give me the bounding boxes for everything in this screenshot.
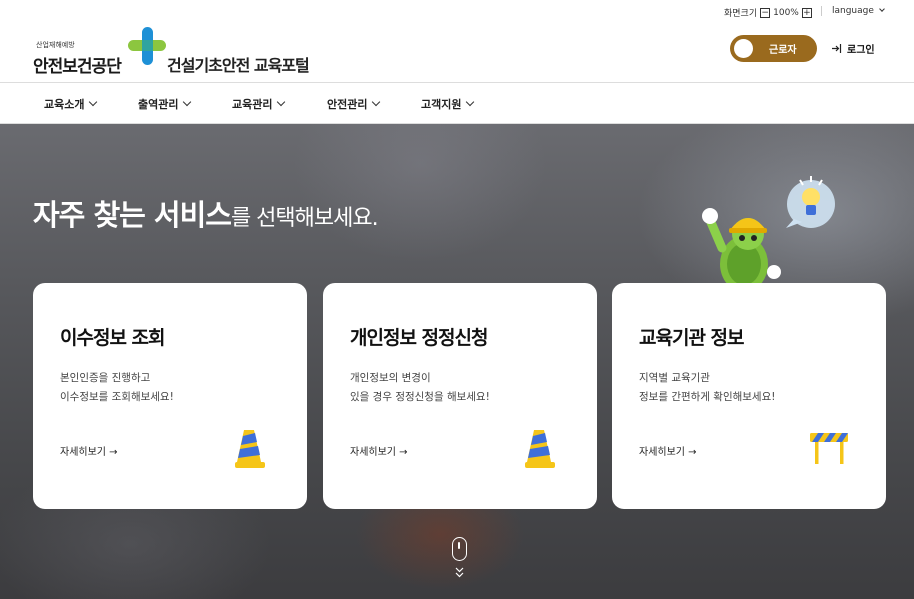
traffic-cone-icon — [525, 430, 555, 468]
utility-bar: 화면크기 − 100% + language — [0, 0, 914, 24]
service-card-personal-info[interactable]: 개인정보 정정신청 개인정보의 변경이 있을 경우 정정신청을 해보세요! 자세… — [323, 283, 597, 509]
login-label: 로그인 — [847, 45, 875, 56]
nav-item-education-manage[interactable]: 교육관리 — [232, 96, 286, 112]
login-button[interactable]: 로그인 — [831, 41, 875, 56]
card-desc-line: 개인정보의 변경이 — [350, 372, 431, 384]
nav-label: 교육관리 — [232, 98, 273, 111]
nav-label: 고객지원 — [421, 98, 462, 111]
service-card-institution[interactable]: 교육기관 정보 지역별 교육기관 정보를 간편하게 확인해보세요! 자세히보기 … — [612, 283, 886, 509]
nav-label: 출역관리 — [138, 98, 179, 111]
card-desc-line: 있을 경우 정정신청을 해보세요! — [350, 391, 490, 403]
logo-cross-icon — [128, 27, 166, 65]
language-label: language — [832, 6, 874, 16]
service-card-completion[interactable]: 이수정보 조회 본인인증을 진행하고 이수정보를 조회해보세요! 자세히보기 → — [33, 283, 307, 509]
portal-title[interactable]: 건설기초안전 교육포털 — [167, 52, 310, 76]
zoom-label: 화면크기 — [724, 9, 758, 19]
card-more-link[interactable]: 자세히보기 → — [60, 443, 118, 458]
card-description: 본인인증을 진행하고 이수정보를 조회해보세요! — [60, 369, 174, 407]
chevron-down-icon — [183, 97, 192, 107]
login-icon — [832, 44, 842, 53]
toggle-knob — [734, 39, 753, 58]
double-chevron-down-icon — [455, 567, 464, 578]
chevron-down-icon — [372, 97, 381, 107]
scroll-dot — [458, 542, 460, 549]
card-desc-line: 이수정보를 조회해보세요! — [60, 391, 174, 403]
zoom-out-button[interactable]: − — [760, 7, 771, 18]
site-header: 산업재해예방 안전보건공단 건설기초안전 교육포털 근로자 로그인 — [0, 24, 914, 83]
hero-title-rest: 를 선택해보세요. — [230, 206, 379, 231]
chevron-down-icon — [878, 6, 885, 12]
nav-item-attendance[interactable]: 출역관리 — [138, 96, 192, 112]
card-desc-line: 본인인증을 진행하고 — [60, 372, 151, 384]
card-description: 개인정보의 변경이 있을 경우 정정신청을 해보세요! — [350, 369, 490, 407]
card-desc-line: 정보를 간편하게 확인해보세요! — [639, 391, 776, 403]
chevron-down-icon — [89, 97, 98, 107]
card-description: 지역별 교육기관 정보를 간편하게 확인해보세요! — [639, 369, 775, 407]
language-selector[interactable]: language — [832, 6, 885, 16]
zoom-value: 100% — [773, 7, 799, 18]
nav-item-support[interactable]: 고객지원 — [421, 96, 475, 112]
nav-label: 교육소개 — [44, 98, 85, 111]
card-title: 교육기관 정보 — [639, 327, 744, 349]
card-desc-line: 지역별 교육기관 — [639, 372, 710, 384]
hero-section: 자주 찾는 서비스를 선택해보세요. 이수정보 조회 본인인증을 진행하고 이수… — [0, 124, 914, 599]
card-more-link[interactable]: 자세히보기 → — [350, 443, 408, 458]
scroll-mouse-icon[interactable] — [452, 537, 467, 561]
worker-toggle[interactable]: 근로자 — [730, 35, 817, 62]
nav-item-education-intro[interactable]: 교육소개 — [44, 96, 98, 112]
card-title: 이수정보 조회 — [60, 327, 165, 349]
hero-title: 자주 찾는 서비스를 선택해보세요. — [33, 192, 379, 234]
road-barrier-icon — [810, 433, 848, 464]
hero-title-bold: 자주 찾는 서비스 — [33, 198, 232, 232]
chevron-down-icon — [466, 97, 475, 107]
card-more-link[interactable]: 자세히보기 → — [639, 443, 697, 458]
worker-toggle-label: 근로자 — [769, 45, 797, 56]
nav-item-safety[interactable]: 안전관리 — [327, 96, 381, 112]
divider — [821, 6, 822, 16]
logo-tagline: 산업재해예방 — [36, 41, 75, 49]
nav-label: 안전관리 — [327, 98, 368, 111]
logo-text[interactable]: 안전보건공단 — [33, 52, 122, 77]
traffic-cone-icon — [235, 430, 265, 468]
card-title: 개인정보 정정신청 — [350, 327, 488, 349]
chevron-down-icon — [277, 97, 286, 107]
main-nav: 교육소개 출역관리 교육관리 안전관리 고객지원 — [0, 83, 914, 124]
zoom-control: 화면크기 − 100% + — [724, 6, 812, 19]
zoom-in-button[interactable]: + — [801, 7, 812, 18]
